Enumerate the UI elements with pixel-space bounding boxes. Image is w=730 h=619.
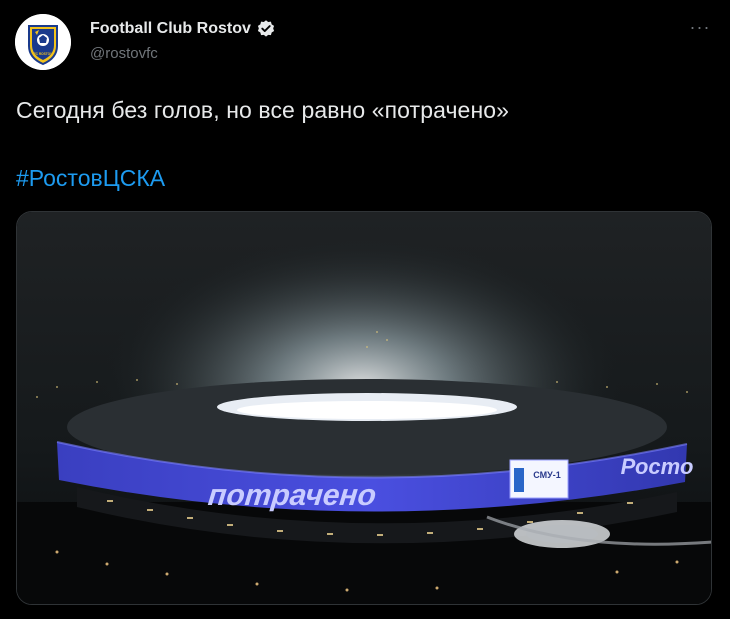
avatar[interactable]: FC ROSTOV — [15, 14, 71, 70]
tweet-photo[interactable]: потрачено Росто СМУ-1 — [16, 211, 712, 605]
more-options-icon[interactable]: ··· — [688, 16, 712, 40]
tweet-text: Сегодня без голов, но все равно «потраче… — [16, 97, 510, 123]
club-crest-icon: FC ROSTOV — [15, 14, 71, 70]
author-block: Football Club Rostov @rostovfc — [90, 18, 276, 62]
facade-text: потрачено — [207, 479, 378, 512]
verified-badge-icon — [257, 20, 274, 37]
stadium-photo: потрачено Росто СМУ-1 — [17, 212, 711, 604]
author-handle[interactable]: @rostovfc — [90, 45, 276, 62]
crest-text: FC ROSTOV — [34, 52, 53, 56]
facade-text-right: Росто — [621, 454, 694, 479]
sponsor-sign-text: СМУ-1 — [533, 470, 560, 480]
author-name[interactable]: Football Club Rostov — [90, 20, 251, 38]
hashtag-link[interactable]: #РостовЦСКА — [16, 165, 165, 192]
